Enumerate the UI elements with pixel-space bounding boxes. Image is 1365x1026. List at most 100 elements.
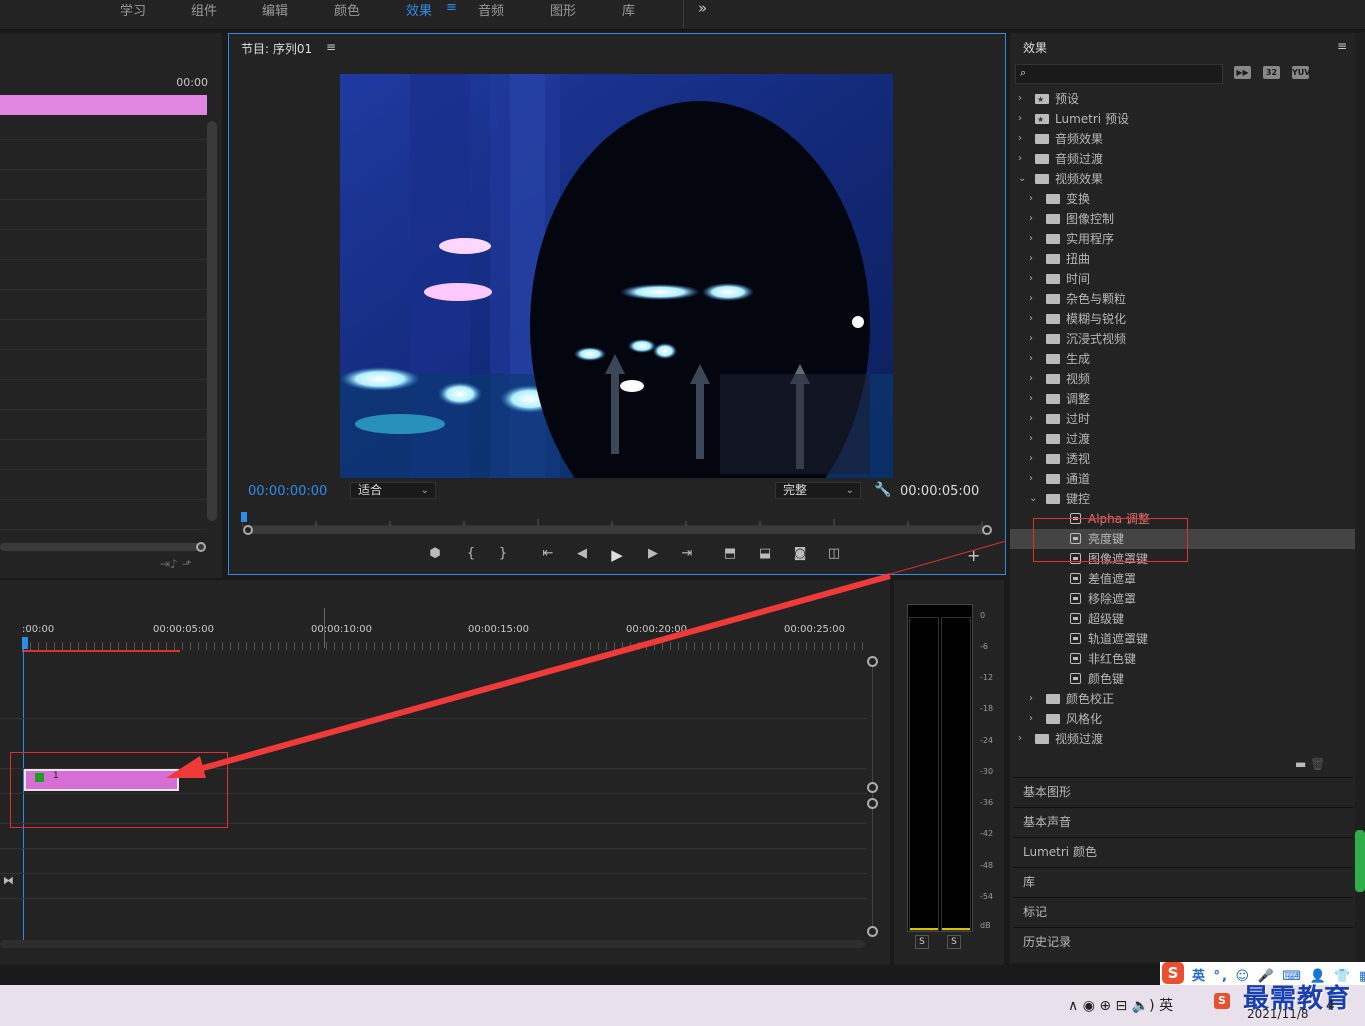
solo-left-button[interactable]: S <box>915 935 929 949</box>
mark-in-icon[interactable]: { <box>460 546 482 561</box>
panel-essential-sound[interactable]: 基本声音 <box>1013 807 1353 835</box>
marker-icon[interactable]: ⬢ <box>424 546 446 561</box>
effect-folder[interactable]: › 模糊与锐化 <box>1010 309 1355 329</box>
step-forward-icon[interactable]: ▶ <box>642 546 664 561</box>
zoom-handle-left[interactable] <box>243 525 253 535</box>
effects-panel-scrollbar[interactable] <box>1355 830 1365 892</box>
timeline-scroll-handle[interactable] <box>867 798 878 809</box>
chevron-right-icon[interactable]: › <box>1029 369 1039 389</box>
yuv-effects-icon[interactable]: YUV <box>1292 66 1310 79</box>
tab-libraries[interactable]: 库 <box>622 0 635 19</box>
timeline-horizontal-scrollbar[interactable] <box>0 940 865 948</box>
effect-folder[interactable]: › 时间 <box>1010 269 1355 289</box>
effect-folder[interactable]: › 图像控制 <box>1010 209 1355 229</box>
extract-icon[interactable]: ⬓ <box>754 546 776 561</box>
panel-history[interactable]: 历史记录 <box>1013 927 1353 955</box>
fit-select[interactable]: 适合 ⌄ <box>350 482 436 499</box>
effects-panel-title[interactable]: 效果 <box>1023 39 1047 56</box>
tab-learn[interactable]: 学习 <box>120 0 146 19</box>
tab-graphics[interactable]: 图形 <box>550 0 576 19</box>
effect-folder[interactable]: › 视频 <box>1010 369 1355 389</box>
chevron-right-icon[interactable]: › <box>1018 109 1028 129</box>
chevron-right-icon[interactable]: › <box>1029 209 1039 229</box>
tab-assembly[interactable]: 组件 <box>191 0 217 19</box>
notification-icon[interactable]: 4 <box>1326 998 1335 1014</box>
effect-folder[interactable]: › 风格化 <box>1010 709 1355 729</box>
sogou-logo[interactable]: S <box>1162 962 1184 984</box>
chevron-right-icon[interactable]: › <box>1029 249 1039 269</box>
chevron-right-icon[interactable]: › <box>1029 329 1039 349</box>
chevron-right-icon[interactable]: › <box>1018 149 1028 169</box>
solo-right-button[interactable]: S <box>947 935 961 949</box>
effect-folder[interactable]: › 杂色与颗粒 <box>1010 289 1355 309</box>
chevron-right-icon[interactable]: › <box>1018 729 1028 749</box>
effect-item[interactable]: 差值遮罩 <box>1010 569 1355 589</box>
effect-folder[interactable]: › 过时 <box>1010 409 1355 429</box>
bowtie-icon[interactable]: ⧓ <box>3 874 14 887</box>
compare-icon[interactable]: ◫ <box>823 546 845 561</box>
panel-libraries[interactable]: 库 <box>1013 867 1353 895</box>
source-insert-icon[interactable]: ⇥♪ ⬏ <box>160 557 192 571</box>
delete-icon[interactable]: 🗑 <box>1310 757 1325 771</box>
effect-folder[interactable]: › 扭曲 <box>1010 249 1355 269</box>
clock-date[interactable]: 2021/11/8 <box>1247 1007 1309 1021</box>
chevron-right-icon[interactable]: › <box>1029 469 1039 489</box>
effect-item[interactable]: 超级键 <box>1010 609 1355 629</box>
work-area-bar[interactable] <box>22 650 180 652</box>
tab-color[interactable]: 颜色 <box>334 0 360 19</box>
workspace-menu-icon[interactable]: ≡ <box>446 0 457 15</box>
effect-folder[interactable]: › 通道 <box>1010 469 1355 489</box>
timeline-vertical-scrollbar[interactable] <box>872 660 873 930</box>
chevron-right-icon[interactable]: › <box>1029 709 1039 729</box>
zoom-handle-right[interactable] <box>982 525 992 535</box>
effect-folder[interactable]: ⌄ 键控 <box>1010 489 1355 509</box>
effect-folder[interactable]: › 音频过渡 <box>1010 149 1355 169</box>
effect-item[interactable]: 非红色键 <box>1010 649 1355 669</box>
source-clip-bar[interactable] <box>0 95 207 115</box>
program-menu-icon[interactable]: ≡ <box>326 40 336 54</box>
timeline-scroll-handle[interactable] <box>867 782 878 793</box>
mark-out-icon[interactable]: } <box>492 546 514 561</box>
program-playhead[interactable] <box>241 512 247 522</box>
effect-folder[interactable]: › 变换 <box>1010 189 1355 209</box>
program-time-ruler[interactable] <box>241 512 990 527</box>
effect-folder[interactable]: › 调整 <box>1010 389 1355 409</box>
chevron-right-icon[interactable]: › <box>1029 229 1039 249</box>
effect-folder[interactable]: › 生成 <box>1010 349 1355 369</box>
effect-folder[interactable]: › 透视 <box>1010 449 1355 469</box>
chevron-right-icon[interactable]: › <box>1018 129 1028 149</box>
timeline-scroll-handle[interactable] <box>867 656 878 667</box>
chevron-down-icon[interactable]: ⌄ <box>1018 169 1028 189</box>
chevron-down-icon[interactable]: ⌄ <box>1029 489 1039 509</box>
wrench-icon[interactable]: 🔧 <box>874 482 891 498</box>
export-frame-icon[interactable]: ◙ <box>789 546 811 561</box>
effects-menu-icon[interactable]: ≡ <box>1337 39 1347 53</box>
chevron-right-icon[interactable]: › <box>1029 389 1039 409</box>
go-to-out-icon[interactable]: ⇥ <box>676 546 698 561</box>
tab-audio[interactable]: 音频 <box>478 0 504 19</box>
effect-item[interactable]: 颜色键 <box>1010 669 1355 689</box>
effect-folder[interactable]: ⌄ 视频效果 <box>1010 169 1355 189</box>
effect-folder[interactable]: › 视频过渡 <box>1010 729 1355 749</box>
new-bin-icon[interactable]: ▬ 🗑 <box>1295 757 1325 771</box>
go-to-in-icon[interactable]: ⇤ <box>537 546 559 561</box>
accelerated-effects-icon[interactable]: ▶▶ <box>1234 66 1251 79</box>
chevron-right-icon[interactable]: › <box>1029 689 1039 709</box>
timeline-scroll-handle[interactable] <box>867 926 878 937</box>
more-workspaces-icon[interactable]: » <box>698 0 707 17</box>
chevron-right-icon[interactable]: › <box>1029 429 1039 449</box>
chevron-right-icon[interactable]: › <box>1029 409 1039 429</box>
effect-item[interactable]: 轨道遮罩键 <box>1010 629 1355 649</box>
chevron-right-icon[interactable]: › <box>1029 349 1039 369</box>
system-tray[interactable]: ∧ ◉ ⊕ ⊟ 🔈) 英 <box>1068 995 1173 1015</box>
effect-folder[interactable]: › 过渡 <box>1010 429 1355 449</box>
program-zoom-scrollbar[interactable] <box>247 526 987 534</box>
lift-icon[interactable]: ⬒ <box>719 546 741 561</box>
chevron-right-icon[interactable]: › <box>1029 289 1039 309</box>
sogou-tray-icon[interactable]: S <box>1214 993 1230 1009</box>
effect-folder[interactable]: › Lumetri 预设 <box>1010 109 1355 130</box>
effect-folder[interactable]: › 音频效果 <box>1010 129 1355 149</box>
chevron-right-icon[interactable]: › <box>1029 269 1039 289</box>
effect-folder[interactable]: › 实用程序 <box>1010 229 1355 249</box>
source-vertical-scrollbar[interactable] <box>207 121 217 521</box>
